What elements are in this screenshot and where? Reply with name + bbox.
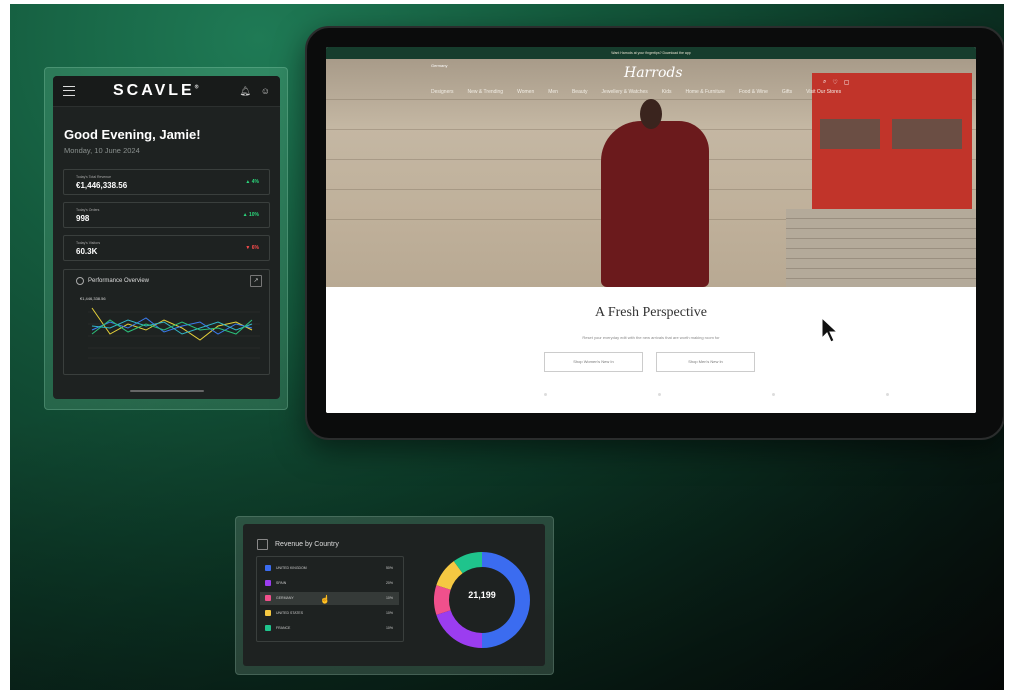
menu-icon[interactable]: [63, 86, 75, 96]
donut-total: 21,199: [468, 590, 496, 600]
current-date: Monday, 10 June 2024: [64, 146, 140, 155]
donut-slice-spain[interactable]: [436, 610, 482, 648]
checkbox-icon[interactable]: [265, 610, 271, 616]
kpi-change: ▼ 6%: [245, 245, 259, 251]
kpi-card-orders[interactable]: Today's Orders 998 ▲ 10%: [63, 202, 270, 228]
nav-item[interactable]: Food & Wine: [739, 89, 768, 95]
harrods-logo[interactable]: Harrods: [624, 65, 683, 81]
nav-item[interactable]: Kids: [662, 89, 672, 95]
country-row-germany[interactable]: GERMANY 10% ☝: [260, 592, 399, 605]
kpi-label: Today's Orders: [76, 208, 100, 212]
app-header: SCAVLE® 🔔︎ ☺: [53, 76, 280, 107]
chart-icon: [76, 277, 84, 285]
series-line-teal: [91, 319, 253, 335]
kpi-card-revenue[interactable]: Today's Total Revenue €1,446,338.56 ▲ 4%: [63, 169, 270, 195]
shop-mens-button[interactable]: Shop Men's New In: [656, 352, 755, 372]
nav-menu: Designers New & Trending Women Men Beaut…: [431, 89, 841, 95]
hand-pointer-icon: ☝: [320, 595, 330, 604]
bag-icon[interactable]: ▢: [844, 79, 850, 86]
checkbox-icon[interactable]: [265, 625, 271, 631]
kpi-label: Today's Total Revenue: [76, 175, 112, 179]
nav-item[interactable]: Men: [548, 89, 558, 95]
mouse-pointer-icon: [821, 317, 839, 343]
kpi-card-visitors[interactable]: Today's Visitors 60.3K ▼ 6%: [63, 235, 270, 261]
nav-item[interactable]: Beauty: [572, 89, 588, 95]
tablet-device: Want Harrods at your fingertips? Downloa…: [305, 26, 1004, 440]
model-image: [601, 121, 709, 287]
user-icon[interactable]: ☺: [261, 86, 270, 97]
heart-icon[interactable]: ♡: [832, 79, 837, 86]
home-indicator: [130, 390, 204, 392]
app-download-banner[interactable]: Want Harrods at your fingertips? Downloa…: [326, 47, 976, 59]
country-row-us[interactable]: UNITED STATES 10%: [260, 607, 399, 620]
storefront-screen: Want Harrods at your fingertips? Downloa…: [326, 47, 976, 413]
nav-item[interactable]: Designers: [431, 89, 454, 95]
checkbox-icon[interactable]: [265, 595, 271, 601]
nav-item[interactable]: Home & Furniture: [686, 89, 725, 95]
revenue-icon: [257, 539, 268, 550]
steps-image: [786, 209, 976, 287]
mobile-dashboard-card: SCAVLE® 🔔︎ ☺ Good Evening, Jamie! Monday…: [44, 67, 288, 410]
revenue-donut-chart: [434, 552, 530, 648]
donut-slice-united-kingdom[interactable]: [482, 552, 530, 648]
kpi-value: 60.3K: [76, 247, 98, 256]
campaign-subtext: Reset your everyday edit with the new ar…: [582, 335, 720, 340]
nav-item[interactable]: Gifts: [782, 89, 792, 95]
search-icon[interactable]: ⌕: [823, 79, 826, 86]
country-list: UNITED KINGDOM 50% SPAIN 20% GERMANY 10%…: [256, 556, 404, 642]
campaign-headline: A Fresh Perspective: [595, 305, 707, 320]
performance-overview-panel: Performance Overview ↗ €1,446,338.56: [63, 269, 270, 392]
campaign-section: A Fresh Perspective Reset your everyday …: [326, 287, 976, 413]
nav-item[interactable]: Women: [517, 89, 534, 95]
checkbox-icon[interactable]: [265, 565, 271, 571]
storefront-nav: Germany Harrods ⌕ ♡ ▢ Designers New & Tr…: [326, 59, 976, 99]
checkbox-icon[interactable]: [265, 580, 271, 586]
kpi-change: ▲ 4%: [245, 179, 259, 185]
expand-button[interactable]: ↗: [250, 275, 262, 287]
shop-womens-button[interactable]: Shop Women's New In: [544, 352, 643, 372]
revenue-by-country-panel: Revenue by Country UNITED KINGDOM 50% SP…: [243, 524, 545, 666]
nav-item[interactable]: Jewellery & Watches: [602, 89, 648, 95]
country-selector[interactable]: Germany: [431, 63, 447, 68]
nav-item[interactable]: New & Trending: [468, 89, 504, 95]
country-row-france[interactable]: FRANCE 10%: [260, 622, 399, 635]
mobile-dashboard: SCAVLE® 🔔︎ ☺ Good Evening, Jamie! Monday…: [53, 76, 280, 399]
greeting-heading: Good Evening, Jamie!: [64, 127, 201, 142]
bell-icon[interactable]: 🔔︎: [239, 86, 250, 97]
country-row-spain[interactable]: SPAIN 20%: [260, 577, 399, 590]
kpi-value: 998: [76, 214, 90, 223]
performance-title: Performance Overview: [88, 278, 150, 284]
scayle-logo: SCAVLE®: [112, 82, 202, 99]
revenue-card: Revenue by Country UNITED KINGDOM 50% SP…: [235, 516, 554, 675]
hero-background: SCAVLE® 🔔︎ ☺ Good Evening, Jamie! Monday…: [10, 4, 1004, 690]
revenue-title: Revenue by Country: [275, 541, 339, 548]
kpi-label: Today's Visitors: [76, 241, 101, 245]
kpi-value: €1,446,338.56: [76, 181, 128, 190]
kpi-change: ▲ 10%: [242, 212, 259, 218]
nav-item[interactable]: Visit Our Stores: [806, 89, 841, 95]
country-row-uk[interactable]: UNITED KINGDOM 50%: [260, 562, 399, 575]
performance-line-chart: [88, 307, 260, 359]
